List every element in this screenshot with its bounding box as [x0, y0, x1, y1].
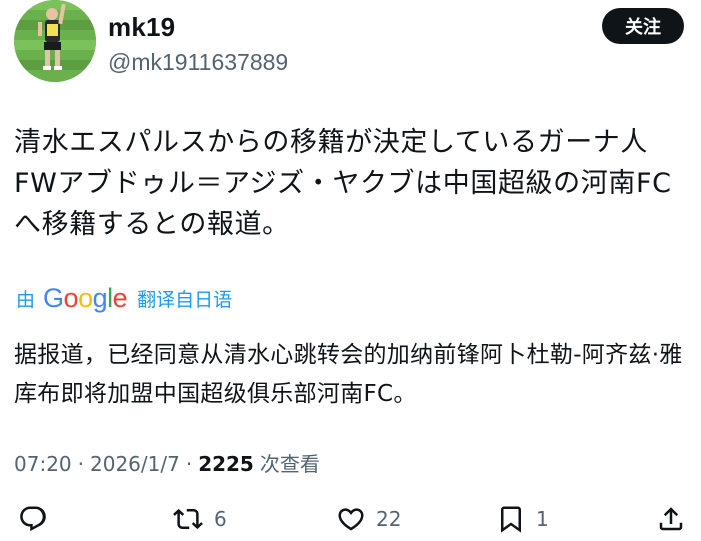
action-bar: 6 22 1 — [0, 500, 701, 541]
tweet-text: 清水エスパルスからの移籍が決定しているガーナ人FWアブドゥル＝アジズ・ヤクブは中… — [14, 127, 672, 240]
retweet-button[interactable]: 6 — [172, 504, 227, 534]
user-handle[interactable]: @mk1911637889 — [108, 47, 288, 77]
like-button[interactable]: 22 — [336, 504, 401, 534]
avatar[interactable] — [14, 0, 96, 82]
share-icon — [659, 507, 683, 531]
bookmark-button[interactable]: 1 — [496, 504, 549, 534]
meta-separator: · — [77, 452, 84, 476]
author-info[interactable]: mk19 @mk1911637889 — [108, 12, 288, 77]
like-count: 22 — [376, 507, 402, 531]
tweet-date[interactable]: 2026/1/7 — [90, 452, 180, 476]
views-label: 次查看 — [259, 452, 320, 476]
views-count: 2225 — [198, 452, 254, 476]
retweet-icon — [173, 508, 203, 530]
bookmark-count: 1 — [536, 507, 549, 531]
tweet-page: mk19 @mk1911637889 关注 清水エスパルスからの移籍が決定してい… — [0, 0, 701, 541]
bookmark-icon — [501, 506, 521, 533]
retweet-count: 6 — [214, 507, 227, 531]
display-name[interactable]: mk19 — [108, 12, 288, 42]
tweet-header: mk19 @mk1911637889 关注 — [14, 0, 684, 90]
tweet-meta: 07:20 · 2026/1/7 · 2225 次查看 — [14, 448, 320, 477]
tweet-time[interactable]: 07:20 — [14, 452, 72, 476]
reply-button[interactable] — [18, 504, 48, 534]
translate-action[interactable]: 翻译自日语 — [137, 285, 232, 312]
heart-icon — [338, 508, 364, 531]
google-logo: Google — [43, 282, 128, 313]
share-button[interactable] — [656, 504, 686, 534]
meta-separator: · — [185, 452, 193, 476]
soccer-player-avatar-image — [14, 0, 96, 82]
follow-button[interactable]: 关注 — [602, 8, 684, 44]
translated-text: 据报道，已经同意从清水心跳转会的加纳前锋阿卜杜勒-阿齐兹·雅库布即将加盟中国超级… — [14, 342, 683, 407]
reply-icon — [20, 506, 46, 532]
translate-attribution[interactable]: 由 Google 翻译自日语 — [16, 283, 232, 313]
translate-prefix: 由 — [16, 288, 36, 311]
